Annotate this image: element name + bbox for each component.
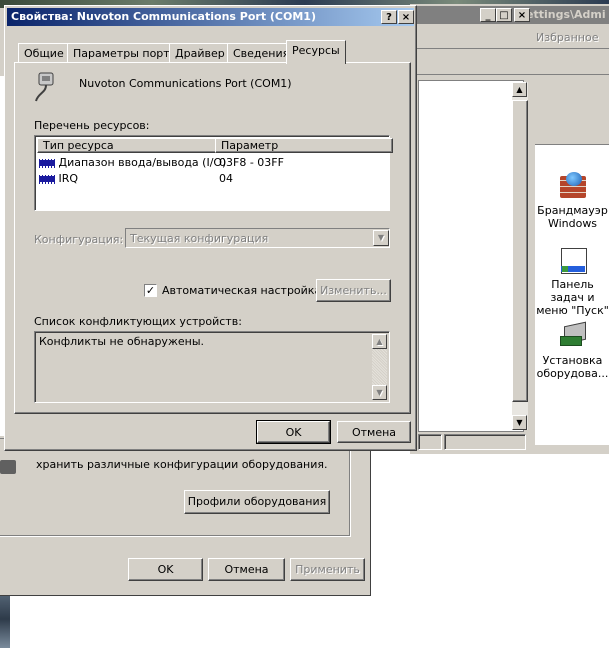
cancel-button[interactable]: Отмена [337, 421, 411, 443]
conflicts-text: Конфликты не обнаружены. [39, 335, 204, 348]
background-toolbar: Избранное [410, 26, 609, 49]
row-type: IRQ [58, 172, 79, 185]
row-value: 03F8 - 03FF [219, 156, 284, 169]
hardware-profiles-text: хранить различные конфигурации оборудова… [36, 458, 328, 471]
system-apply-button[interactable]: Применить [290, 558, 365, 581]
background-statusbar [418, 434, 530, 450]
tab-general[interactable]: Общие [18, 43, 70, 63]
serial-port-icon [30, 71, 62, 107]
ok-button[interactable]: OK [256, 420, 331, 444]
resource-list[interactable]: Тип ресурса Параметр Диапазон ввода/выво… [34, 135, 393, 211]
firewall-item[interactable]: Брандмауэр Windows [536, 172, 609, 230]
conflicts-label: Список конфликтующих устройств: [34, 315, 242, 328]
chevron-down-icon[interactable]: ▼ [373, 230, 389, 246]
hardware-profiles-button[interactable]: Профили оборудования [184, 490, 330, 514]
auto-config-checkbox[interactable]: ✓ [144, 284, 157, 297]
scroll-down-icon[interactable]: ▼ [512, 415, 527, 430]
minimize-button[interactable]: _ [480, 8, 496, 22]
tab-resources[interactable]: Ресурсы [286, 40, 346, 64]
conflicts-scrollbar[interactable]: ▲ ▼ [372, 334, 387, 400]
dialog-title: Свойства: Nuvoton Communications Port (C… [11, 10, 316, 23]
left-edge-strip [0, 590, 10, 648]
scroll-up-icon[interactable]: ▲ [512, 82, 527, 97]
hardware-install-item[interactable]: Установка оборудова... [536, 320, 609, 380]
taskbar-item[interactable]: Панель задач и меню "Пуск" [536, 246, 609, 317]
background-vscrollbar[interactable]: ▲ ▼ [512, 82, 528, 430]
memory-chip-icon [39, 174, 55, 184]
config-label: Конфигурация: [34, 233, 124, 246]
resources-label: Перечень ресурсов: [34, 119, 150, 132]
device-name: Nuvoton Communications Port (COM1) [79, 77, 292, 90]
taskbar-label: Панель задач и меню "Пуск" [536, 278, 609, 317]
maximize-button[interactable]: □ [496, 8, 512, 22]
close-button[interactable]: × [514, 8, 530, 22]
tab-driver[interactable]: Драйвер [169, 43, 231, 63]
hardware-install-icon [558, 320, 588, 350]
firewall-icon [558, 172, 588, 200]
hardware-group [0, 438, 350, 536]
column-header-type[interactable]: Тип ресурса [37, 138, 218, 153]
background-window-titlebar[interactable]: ettings\Admi _ □ × [410, 6, 609, 24]
config-value: Текущая конфигурация [130, 232, 269, 245]
system-ok-button[interactable]: OK [128, 558, 203, 581]
table-row[interactable]: Диапазон ввода/вывода (I/O) 03F8 - 03FF [39, 155, 385, 170]
tab-port-settings[interactable]: Параметры порта [67, 43, 183, 63]
dialog-titlebar[interactable]: Свойства: Nuvoton Communications Port (C… [7, 8, 414, 26]
conflicts-box[interactable]: Конфликты не обнаружены. ▲ ▼ [34, 331, 390, 403]
favorites-menu[interactable]: Избранное [536, 31, 598, 44]
taskbar-icon [558, 246, 588, 276]
scroll-up-icon[interactable]: ▲ [372, 334, 387, 349]
config-select[interactable]: Текущая конфигурация ▼ [125, 228, 390, 248]
scroll-down-icon[interactable]: ▼ [372, 385, 387, 400]
background-addressbar [410, 50, 609, 75]
properties-dialog[interactable]: Свойства: Nuvoton Communications Port (C… [4, 5, 417, 451]
row-type: Диапазон ввода/вывода (I/O) [58, 156, 227, 169]
row-value: 04 [219, 172, 233, 185]
background-left-pane [418, 80, 524, 432]
change-settings-button[interactable]: Изменить... [316, 279, 391, 302]
background-window-title: ettings\Admi [526, 8, 606, 21]
firewall-label: Брандмауэр Windows [537, 204, 608, 230]
scroll-thumb[interactable] [512, 100, 528, 402]
system-cancel-button[interactable]: Отмена [208, 558, 285, 581]
hardware-install-label: Установка оборудова... [536, 354, 609, 380]
table-row[interactable]: IRQ 04 [39, 171, 385, 186]
column-header-setting[interactable]: Параметр [215, 138, 393, 153]
tab-page: Nuvoton Communications Port (COM1) Переч… [14, 62, 411, 414]
help-button[interactable]: ? [381, 10, 397, 24]
memory-chip-icon [39, 158, 55, 168]
dialog-close-button[interactable]: × [398, 10, 414, 24]
hardware-profiles-icon [0, 460, 16, 474]
list-header: Тип ресурса Параметр [37, 138, 393, 153]
auto-config-label[interactable]: Автоматическая настройка [162, 284, 321, 297]
